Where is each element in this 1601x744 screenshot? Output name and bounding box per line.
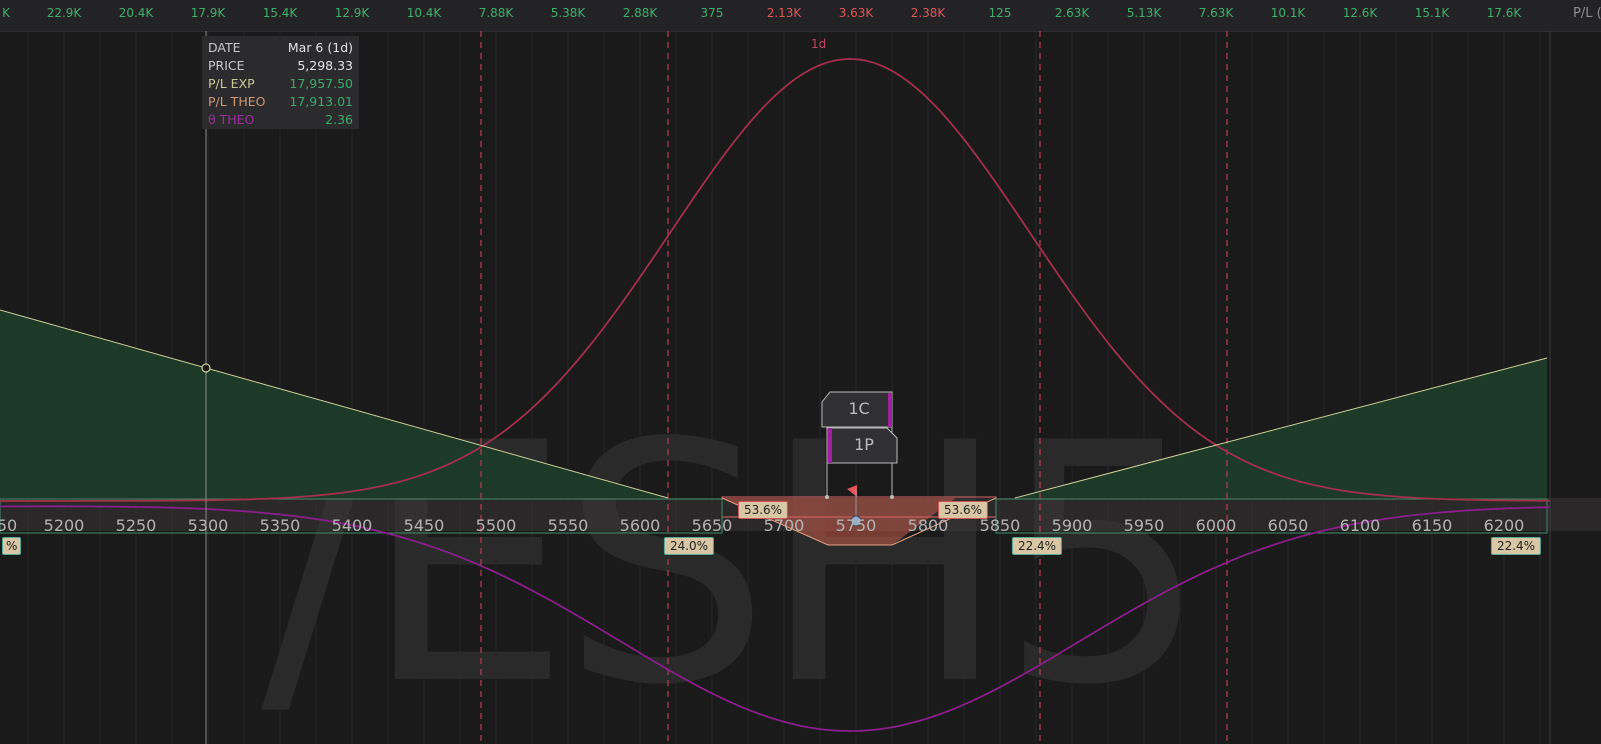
pl-value-3: 17.9K xyxy=(190,6,226,20)
pl-value-18: 10.1K xyxy=(1270,6,1306,20)
price-tick-8: 5550 xyxy=(547,516,589,535)
pl-value-11: 2.13K xyxy=(766,6,802,20)
pl-value-13: 2.38K xyxy=(910,6,946,20)
price-tick-0: 50 xyxy=(0,516,18,535)
price-tick-18: 6050 xyxy=(1267,516,1309,535)
call-strike-dot xyxy=(890,495,894,499)
price-tick-12: 5750 xyxy=(835,516,877,535)
prob-badge-outer-left: 24.0% xyxy=(663,537,715,555)
put-leg-marker xyxy=(828,428,832,463)
prob-badge-outer-right: 22.4% xyxy=(1011,537,1063,555)
call-leg-marker xyxy=(888,393,892,427)
pl-value-8: 5.38K xyxy=(550,6,586,20)
pl-value-17: 7.63K xyxy=(1198,6,1234,20)
price-tick-21: 6200 xyxy=(1483,516,1525,535)
price-tick-20: 6150 xyxy=(1411,516,1453,535)
info-price-value: 5,298.33 xyxy=(297,58,353,73)
pl-value-15: 2.63K xyxy=(1054,6,1090,20)
pl-value-1: 22.9K xyxy=(46,6,82,20)
call-leg-label[interactable]: 1C xyxy=(830,392,888,426)
pl-value-7: 7.88K xyxy=(478,6,514,20)
prob-badge-inner-left: 53.6% xyxy=(737,501,789,519)
info-row-plexp: P/L EXP 17,957.50 xyxy=(208,76,353,94)
put-leg-label[interactable]: 1P xyxy=(833,428,895,462)
curve-label-1d: 1d xyxy=(811,37,827,51)
info-theta-label: θ THEO xyxy=(208,112,255,127)
pl-value-6: 10.4K xyxy=(406,6,442,20)
cursor-info-box: DATE Mar 6 (1d) PRICE 5,298.33 P/L EXP 1… xyxy=(202,36,359,129)
prob-badge-far-right: 22.4% xyxy=(1490,537,1542,555)
info-row-price: PRICE 5,298.33 xyxy=(208,58,353,76)
prob-badge-far-left: % xyxy=(2,537,22,555)
price-tick-2: 5250 xyxy=(115,516,157,535)
pl-value-5: 12.9K xyxy=(334,6,370,20)
pl-value-2: 20.4K xyxy=(118,6,154,20)
pl-axis-label: P/L ( xyxy=(1573,6,1601,21)
info-price-label: PRICE xyxy=(208,58,245,73)
price-tick-5: 5400 xyxy=(331,516,373,535)
price-tick-9: 5600 xyxy=(619,516,661,535)
price-tick-15: 5900 xyxy=(1051,516,1093,535)
info-row-theta: θ THEO 2.36 xyxy=(208,112,353,130)
price-tick-10: 5650 xyxy=(691,516,733,535)
price-tick-16: 5950 xyxy=(1123,516,1165,535)
prob-badge-inner-right: 53.6% xyxy=(937,501,989,519)
info-plexp-value: 17,957.50 xyxy=(289,76,353,91)
info-pltheo-label: P/L THEO xyxy=(208,94,266,109)
pl-value-20: 15.1K xyxy=(1414,6,1450,20)
info-row-date: DATE Mar 6 (1d) xyxy=(208,40,353,58)
info-pltheo-value: 17,913.01 xyxy=(289,94,353,109)
pl-value-12: 3.63K xyxy=(838,6,874,20)
price-tick-1: 5200 xyxy=(43,516,85,535)
price-tick-17: 6000 xyxy=(1195,516,1237,535)
price-tick-4: 5350 xyxy=(259,516,301,535)
pl-value-16: 5.13K xyxy=(1126,6,1162,20)
price-tick-6: 5450 xyxy=(403,516,445,535)
price-tick-3: 5300 xyxy=(187,516,229,535)
pl-value-21: 17.6K xyxy=(1486,6,1522,20)
cursor-point xyxy=(201,363,211,373)
info-date-value: Mar 6 (1d) xyxy=(287,40,353,55)
pl-value-10: 375 xyxy=(700,6,724,20)
info-row-pltheo: P/L THEO 17,913.01 xyxy=(208,94,353,112)
pl-value-0: K xyxy=(2,6,10,20)
risk-profile-chart[interactable]: /ESH5 xyxy=(0,31,1601,744)
price-tick-7: 5500 xyxy=(475,516,517,535)
pl-value-4: 15.4K xyxy=(262,6,298,20)
pl-value-19: 12.6K xyxy=(1342,6,1378,20)
info-theta-value: 2.36 xyxy=(325,112,353,127)
info-date-label: DATE xyxy=(208,40,241,55)
put-strike-dot xyxy=(825,495,829,499)
price-tick-19: 6100 xyxy=(1339,516,1381,535)
pl-value-14: 125 xyxy=(988,6,1012,20)
info-plexp-label: P/L EXP xyxy=(208,76,255,91)
pl-value-9: 2.88K xyxy=(622,6,658,20)
